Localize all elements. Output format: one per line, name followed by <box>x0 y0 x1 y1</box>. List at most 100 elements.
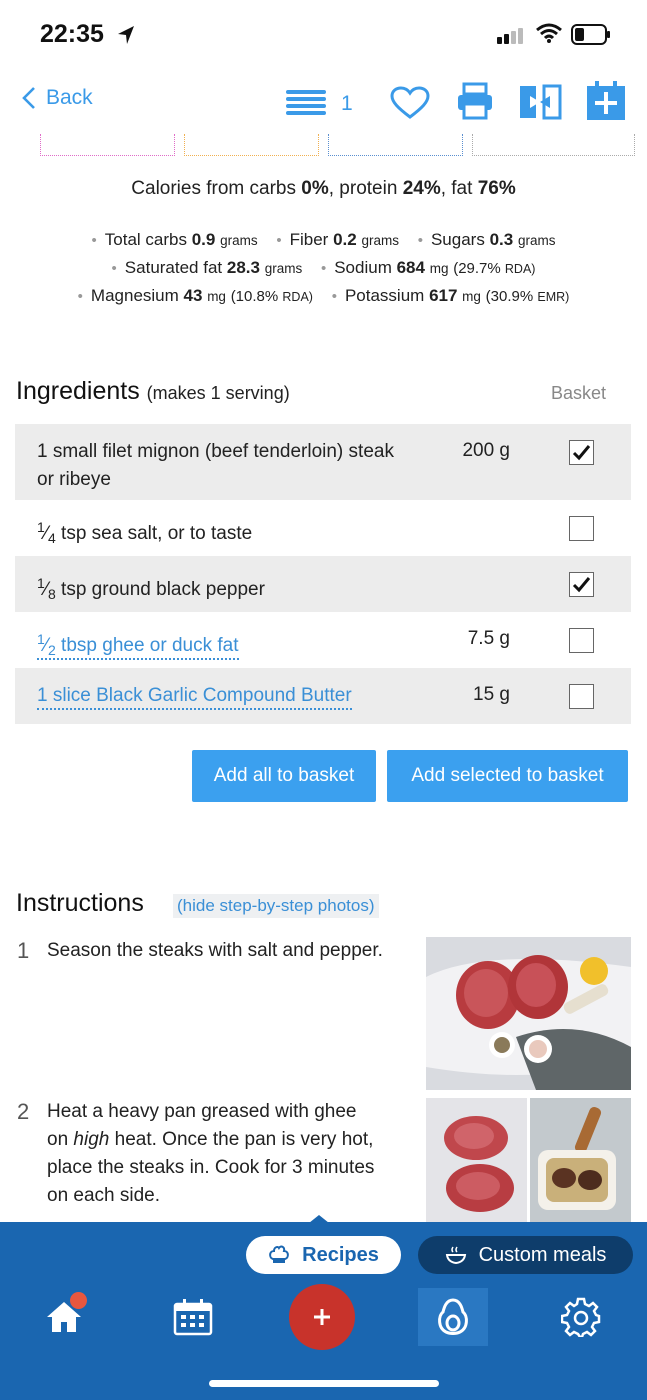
rda-percent: (30.9% <box>485 288 534 305</box>
nutrient-line-1: Total carbs 0.9 grams Fiber 0.2 grams Su… <box>0 230 647 250</box>
rda-label: RDA) <box>504 262 536 276</box>
recipes-mode-label: Recipes <box>302 1243 379 1266</box>
heart-icon[interactable] <box>390 86 430 120</box>
rda-label: EMR) <box>537 290 570 304</box>
basket-checkbox[interactable] <box>569 684 594 709</box>
back-label: Back <box>46 86 93 109</box>
cell-signal-icon <box>497 26 525 44</box>
ingredient-name: 1 small filet mignon (beef tenderloin) s… <box>37 438 447 494</box>
basket-checkbox[interactable] <box>569 440 594 465</box>
nutrient-label: Magnesium <box>90 286 179 305</box>
basket-column-header: Basket <box>551 383 607 403</box>
recipe-toolbar: Back 1 <box>0 72 647 134</box>
hide-photos-toggle[interactable]: (hide step-by-step photos) <box>173 894 379 918</box>
nutrient-line-3: Magnesium 43 mg (10.8% RDA) Potassium 61… <box>0 286 647 306</box>
macro-tile-fat <box>328 134 463 156</box>
add-button[interactable] <box>289 1284 355 1350</box>
fraction-numerator: 1 <box>37 631 45 647</box>
chef-hat-icon <box>269 1245 290 1263</box>
ingredient-name-line: or ribeye <box>37 469 111 490</box>
basket-checkbox[interactable] <box>569 628 594 653</box>
nutrient-total-carbs: Total carbs 0.9 grams <box>92 230 258 250</box>
home-indicator <box>209 1380 439 1387</box>
rda-label: RDA) <box>282 290 313 304</box>
recipes-mode-button[interactable]: Recipes <box>246 1236 401 1274</box>
step-number: 2 <box>17 1099 30 1124</box>
ingredient-name-line: 1 small filet mignon (beef tenderloin) s… <box>37 441 394 462</box>
nutrient-label: Potassium <box>344 286 425 305</box>
nutrient-value: 43 <box>183 286 203 305</box>
nutrient-unit: mg <box>429 261 449 276</box>
nutrient-value: 0.3 <box>489 230 514 249</box>
wifi-icon <box>536 23 562 43</box>
nutrient-value: 684 <box>396 258 425 277</box>
status-bar: 22:35 <box>0 0 647 70</box>
nutrient-value: 0.2 <box>333 230 357 249</box>
step-line-emphasis: high <box>73 1129 110 1150</box>
ingredient-amount: 7.5 g <box>467 628 510 649</box>
instructions-title: Instructions <box>16 889 144 917</box>
macro-tile-carbs <box>40 134 175 156</box>
basket-checkbox[interactable] <box>569 572 594 597</box>
compare-icon[interactable] <box>518 84 562 120</box>
nutrient-unit: grams <box>361 233 399 248</box>
step-line: on high heat. Once the pan is very hot, <box>47 1126 417 1154</box>
step-number: 1 <box>17 938 30 963</box>
custom-meals-label: Custom meals <box>478 1243 607 1266</box>
check-icon <box>572 445 591 461</box>
gear-icon <box>561 1297 601 1337</box>
ingredient-link[interactable]: 1⁄2 tbsp ghee or duck fat <box>37 625 447 664</box>
nutrient-label: Total carbs <box>104 230 187 249</box>
location-arrow-icon <box>118 26 134 44</box>
tab-settings[interactable] <box>546 1288 616 1346</box>
ingredient-amount: 15 g <box>473 684 510 705</box>
nutrient-unit: grams <box>517 233 556 248</box>
nutrient-value: 0.9 <box>191 230 216 249</box>
print-icon[interactable] <box>456 82 494 120</box>
add-selected-to-basket-button[interactable]: Add selected to basket <box>387 750 628 802</box>
fraction: 1⁄8 <box>37 575 56 602</box>
ingredient-row: 1⁄4 tsp sea salt, or to taste <box>15 500 631 556</box>
fraction-numerator: 1 <box>37 519 45 535</box>
ingredient-row: 1 slice Black Garlic Compound Butter 15 … <box>15 668 631 724</box>
basket-checkbox[interactable] <box>569 516 594 541</box>
nutrient-potassium: Potassium 617 mg (30.9% EMR) <box>332 286 570 306</box>
fraction-numerator: 1 <box>37 575 45 591</box>
nutrient-rda: (30.9% EMR) <box>486 288 570 305</box>
back-button[interactable]: Back <box>22 86 93 110</box>
servings-count[interactable]: 1 <box>341 92 353 116</box>
ingredient-row: 1 small filet mignon (beef tenderloin) s… <box>15 424 631 500</box>
calendar-icon <box>173 1299 213 1336</box>
ingredient-amount: 200 g <box>462 440 510 461</box>
nutrient-rda: (10.8% RDA) <box>231 288 313 305</box>
rda-percent: (29.7% <box>453 260 501 277</box>
add-all-to-basket-button[interactable]: Add all to basket <box>192 750 376 802</box>
protein-percent: 24% <box>402 178 441 199</box>
calorie-breakdown-sep: , fat <box>440 178 478 199</box>
servings-stack-icon[interactable] <box>284 88 328 118</box>
nutrient-unit: mg <box>207 289 226 304</box>
check-icon <box>572 577 591 593</box>
nutrient-unit: grams <box>264 261 303 276</box>
step-line: place the steaks in. Cook for 3 minutes <box>47 1157 375 1178</box>
nutrient-value: 28.3 <box>226 258 260 277</box>
ingredient-name: 1⁄4 tsp sea salt, or to taste <box>37 513 447 552</box>
nutrient-sodium: Sodium 684 mg (29.7% RDA) <box>321 258 536 278</box>
nutrient-value: 617 <box>429 286 458 305</box>
custom-meals-mode-button[interactable]: Custom meals <box>418 1236 633 1274</box>
tab-home[interactable] <box>29 1288 99 1346</box>
ingredient-row: 1⁄8 tsp ground black pepper <box>15 556 631 612</box>
nutrient-label: Sodium <box>334 258 392 277</box>
tab-meal-planner[interactable] <box>158 1288 228 1346</box>
step-text: Season the steaks with salt and pepper. <box>47 940 383 961</box>
macro-tile-calories <box>472 134 635 156</box>
ingredient-link[interactable]: 1 slice Black Garlic Compound Butter <box>37 682 447 710</box>
nutrient-magnesium: Magnesium 43 mg (10.8% RDA) <box>78 286 313 306</box>
nutrient-saturated-fat: Saturated fat 28.3 grams <box>112 258 303 278</box>
add-to-planner-icon[interactable] <box>585 80 627 122</box>
step-line-part: heat. Once the pan is very hot, <box>109 1129 374 1150</box>
tab-recipes[interactable] <box>418 1288 488 1346</box>
ingredients-title: Ingredients <box>16 377 140 405</box>
nutrient-sugars: Sugars 0.3 grams <box>418 230 556 250</box>
step-line: Heat a heavy pan greased with ghee <box>47 1101 357 1122</box>
